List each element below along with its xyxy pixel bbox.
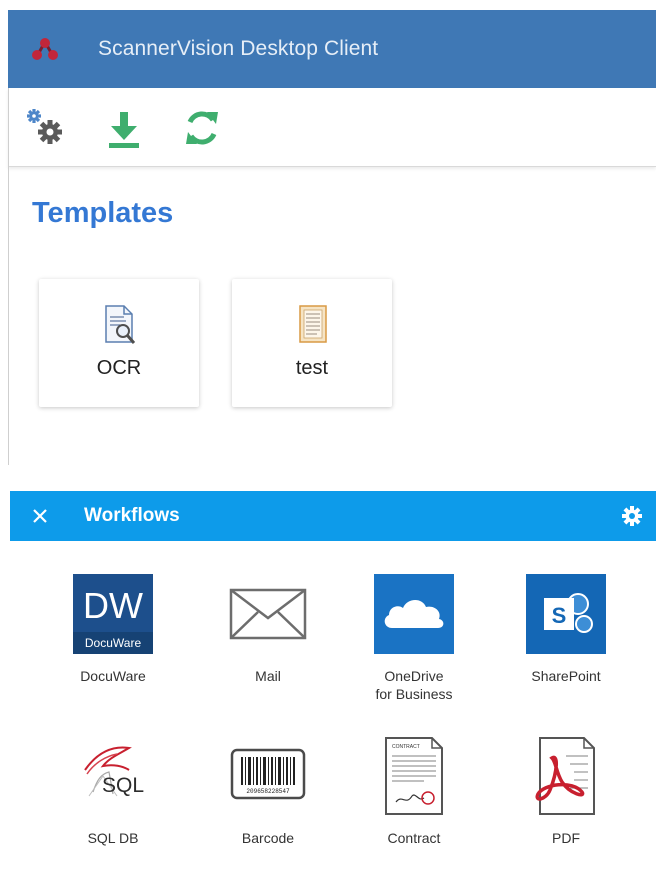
docuware-logo-wordmark: DocuWare [85,636,142,650]
sql-database-icon: SQL [84,746,144,797]
onedrive-cloud-icon [374,574,454,654]
download-button[interactable] [102,106,146,150]
app-title: ScannerVision Desktop Client [98,37,379,60]
contract-doc-heading: CONTRACT [392,744,420,750]
sql-logo-text: SQL [102,774,144,797]
template-card-ocr[interactable]: OCR [39,279,199,407]
close-icon[interactable] [28,504,52,528]
workflow-label: Contract [387,830,441,846]
workflow-label: SQL DB [87,830,139,846]
pdf-document-icon [535,737,595,815]
template-label-ocr: OCR [96,357,142,379]
mail-envelope-icon [229,588,307,640]
template-card-test[interactable]: test [232,279,392,407]
workflow-label: PDF [552,830,580,846]
workflow-sharepoint[interactable]: S SharePoint [488,574,638,714]
workflow-onedrive[interactable]: OneDrive for Business [336,574,486,714]
form-document-icon [299,305,327,343]
gears-icon [27,109,62,144]
workflow-docuware[interactable]: DW DocuWare DocuWare [35,574,185,714]
scannervision-logo-icon [32,38,58,60]
workflow-label: Mail [255,668,281,684]
workflow-pdf[interactable]: PDF [488,736,638,876]
contract-document-icon: CONTRACT [385,737,443,815]
workflow-label: OneDrive for Business [375,668,453,702]
workflow-label: DocuWare [80,668,146,684]
ocr-document-icon [105,305,136,344]
refresh-icon [186,111,218,145]
workflows-panel: Workflows DW DocuWare DocuWare Mail OneD… [10,491,656,876]
docuware-icon: DW DocuWare [73,574,153,654]
settings-button[interactable] [24,106,68,150]
workflows-header: Workflows [10,491,656,541]
templates-heading: Templates [32,197,174,229]
template-label-test: test [295,357,329,379]
gear-icon[interactable] [621,505,643,527]
workflow-sql-db[interactable]: SQL SQL DB [35,736,185,876]
workflow-label: Barcode [241,830,295,846]
refresh-button[interactable] [180,106,224,150]
title-bar: ScannerVision Desktop Client [8,10,656,88]
toolbar [8,88,656,167]
workflow-barcode[interactable]: 209658228547 Barcode [190,736,340,876]
window-border [8,88,9,465]
sharepoint-logo-letter: S [552,603,567,628]
workflow-contract[interactable]: CONTRACT Contract [336,736,486,876]
workflows-title: Workflows [84,505,180,526]
download-icon [109,112,139,148]
barcode-icon: 209658228547 [230,748,306,800]
desktop-client-window: ScannerVision Desktop Client Templates O… [8,10,656,465]
sharepoint-icon: S [526,574,606,654]
workflow-label: SharePoint [531,668,601,684]
docuware-logo-letters: DW [83,585,143,626]
workflow-mail[interactable]: Mail [190,574,340,714]
barcode-digits: 209658228547 [246,788,290,795]
